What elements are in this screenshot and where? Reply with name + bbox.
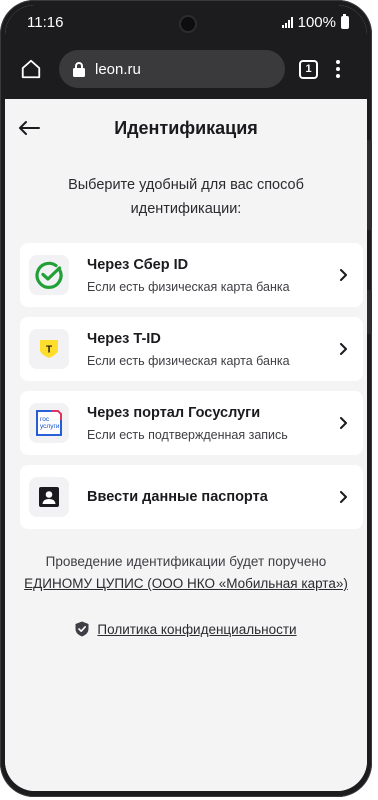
note-text: Проведение идентификации будет поручено bbox=[45, 554, 327, 569]
tbank-icon-letter: T bbox=[46, 345, 52, 356]
page-subtitle: Выберите удобный для вас способ идентифи… bbox=[68, 177, 304, 217]
option-title: Через портал Госуслуги bbox=[87, 404, 261, 421]
camera-cutout bbox=[181, 17, 195, 31]
option-title: Через Сбер ID bbox=[87, 256, 189, 273]
back-arrow-icon[interactable] bbox=[15, 114, 43, 142]
gosuslugi-icon-text-bottom: услуги bbox=[40, 423, 60, 430]
page-title: Идентификация bbox=[114, 117, 258, 138]
cupis-link[interactable]: ЕДИНОМУ ЦУПИС (ООО НКО «Мобильная карта»… bbox=[5, 573, 367, 595]
status-time: 11:16 bbox=[27, 13, 64, 31]
privacy-policy-text[interactable]: Политика конфиденциальности bbox=[97, 622, 296, 637]
address-bar[interactable]: leon.ru bbox=[59, 50, 285, 88]
tab-switcher-button[interactable]: 1 bbox=[299, 59, 318, 79]
home-icon[interactable] bbox=[17, 55, 45, 83]
chevron-right-icon bbox=[335, 267, 351, 283]
url-text: leon.ru bbox=[95, 60, 141, 78]
battery-percent: 100% bbox=[297, 13, 336, 31]
option-title: Через T-ID bbox=[87, 330, 161, 347]
gosuslugi-icon: гос услуги bbox=[29, 403, 69, 443]
status-bar: 11:16 100% bbox=[5, 5, 367, 39]
option-sber-id[interactable]: Через Сбер ID Если есть физическая карта… bbox=[20, 243, 363, 307]
chevron-right-icon bbox=[335, 341, 351, 357]
page-header: Идентификация bbox=[5, 99, 367, 157]
option-title: Ввести данные паспорта bbox=[87, 489, 268, 505]
battery-icon bbox=[341, 13, 349, 29]
option-passport[interactable]: Ввести данные паспорта bbox=[20, 465, 363, 529]
chevron-right-icon bbox=[335, 415, 351, 431]
shield-check-icon bbox=[75, 621, 89, 637]
screen: 11:16 100% leon.ru 1 Идентификация Выбер… bbox=[5, 5, 367, 791]
passport-icon bbox=[29, 477, 69, 517]
phone-frame: 11:16 100% leon.ru 1 Идентификация Выбер… bbox=[0, 0, 372, 797]
status-right: 100% bbox=[281, 13, 349, 31]
option-t-id[interactable]: T Через T-ID Если есть физическая карта … bbox=[20, 317, 363, 381]
option-gosuslugi[interactable]: гос услуги Через портал Госуслуги Если е… bbox=[20, 391, 363, 455]
identification-note: Проведение идентификации будет поручено … bbox=[5, 551, 367, 595]
signal-icon bbox=[281, 16, 293, 28]
page-content: Идентификация Выберите удобный для вас с… bbox=[5, 99, 367, 791]
privacy-policy-link[interactable]: Политика конфиденциальности bbox=[5, 621, 367, 637]
more-menu-icon[interactable] bbox=[336, 60, 340, 78]
option-description: Если есть физическая карта банка bbox=[87, 353, 290, 368]
sber-icon bbox=[29, 255, 69, 295]
gosuslugi-icon-text-top: гос bbox=[40, 416, 50, 423]
chevron-right-icon bbox=[335, 489, 351, 505]
option-description: Если есть подтвержденная запись bbox=[87, 427, 288, 442]
tbank-icon: T bbox=[29, 329, 69, 369]
lock-icon bbox=[73, 61, 85, 77]
option-description: Если есть физическая карта банка bbox=[87, 279, 290, 294]
browser-toolbar: leon.ru 1 bbox=[5, 39, 367, 99]
identification-options: Через Сбер ID Если есть физическая карта… bbox=[20, 243, 363, 539]
